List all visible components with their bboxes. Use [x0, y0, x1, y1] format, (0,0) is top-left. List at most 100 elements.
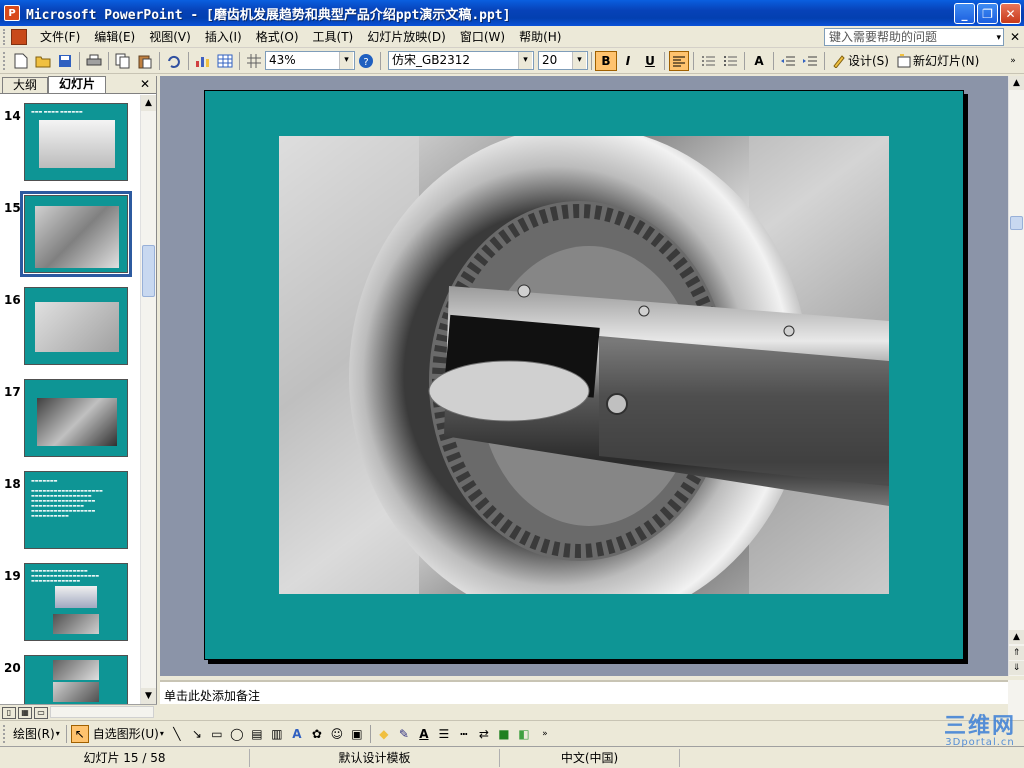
grid-icon[interactable] — [244, 51, 264, 71]
italic-button[interactable]: I — [618, 51, 638, 71]
restore-button[interactable]: ❐ — [977, 3, 998, 24]
slide-preview[interactable]: ▬▬▬▬▬▬▬▬▬▬▬▬▬▬▬▬▬▬▬▬▬▬▬▬▬▬▬▬▬▬▬▬▬▬▬▬▬▬▬▬… — [24, 471, 128, 549]
menu-tools[interactable]: 工具(T) — [306, 26, 361, 47]
fill-color-icon[interactable]: ◆ — [375, 725, 393, 743]
print-icon[interactable] — [84, 51, 104, 71]
open-folder-icon[interactable] — [33, 51, 53, 71]
arrow-style-icon[interactable]: ⇄ — [475, 725, 493, 743]
new-file-icon[interactable] — [11, 51, 31, 71]
scroll-down-arrow-icon[interactable]: ▼ — [141, 688, 156, 704]
font-color-icon[interactable]: A — [415, 725, 433, 743]
bold-button[interactable]: B — [595, 50, 617, 71]
save-icon[interactable] — [55, 51, 75, 71]
slides-pane-scrollbar[interactable]: ▲ ▼ — [140, 95, 156, 704]
slide-thumbnail-14[interactable]: 14 ▬▬▬ ▬▬▬▬ ▬▬▬▬▬▬ — [0, 101, 140, 181]
toolbar-options-chevron-icon[interactable]: » — [535, 724, 555, 744]
slide-thumbnail-18[interactable]: 18 ▬▬▬▬▬▬▬ ▬▬▬▬▬▬▬▬▬▬▬▬▬▬▬▬▬▬▬ ▬▬▬▬▬▬▬▬▬▬▬… — [0, 469, 140, 549]
help-search-input[interactable]: 键入需要帮助的问题 ▾ — [824, 28, 1004, 46]
wordart-icon[interactable]: A — [288, 725, 306, 743]
line-tool-icon[interactable]: ╲ — [168, 725, 186, 743]
numbered-list-icon[interactable] — [698, 51, 718, 71]
bullet-list-icon[interactable] — [720, 51, 740, 71]
previous-slide-icon[interactable]: ⇑ — [1009, 646, 1024, 660]
dash-style-icon[interactable]: ┅ — [455, 725, 473, 743]
toolbar-grip-handle[interactable] — [3, 51, 7, 70]
zoom-select[interactable]: 43% ▾ — [265, 51, 355, 70]
chevron-down-icon[interactable]: ▾ — [518, 52, 532, 69]
slideshow-view-icon[interactable]: ▭ — [34, 706, 48, 719]
close-button[interactable]: ✕ — [1000, 3, 1021, 24]
increase-indent-icon[interactable] — [800, 51, 820, 71]
scroll-up-arrow-icon[interactable]: ▲ — [141, 95, 156, 111]
scroll-thumb[interactable] — [1010, 216, 1023, 230]
slide-thumbnail-19[interactable]: 19 ▬▬▬▬▬▬▬▬▬▬▬▬▬▬▬ ▬▬▬▬▬▬▬▬▬▬▬▬▬▬▬▬▬▬ ▬▬▬▬… — [0, 561, 140, 641]
slide-preview[interactable]: ▬▬▬ ▬▬▬▬ ▬▬▬▬▬▬ — [24, 103, 128, 181]
toolbar-options-chevron-icon[interactable]: » — [1003, 51, 1023, 71]
clipart-icon[interactable]: ☺ — [328, 725, 346, 743]
slide-thumbnail-20[interactable]: 20 — [0, 653, 140, 704]
scroll-up-arrow-icon[interactable]: ▲ — [1009, 630, 1024, 644]
draw-menu-button[interactable]: 绘图(R) ▾ — [10, 724, 63, 744]
rectangle-tool-icon[interactable]: ▭ — [208, 725, 226, 743]
increase-font-icon[interactable]: A — [749, 51, 769, 71]
undo-icon[interactable] — [164, 51, 184, 71]
diagram-icon[interactable]: ✿ — [308, 725, 326, 743]
minimize-button[interactable]: _ — [954, 3, 975, 24]
textbox-tool-icon[interactable]: ▤ — [248, 725, 266, 743]
chevron-down-icon[interactable]: ▾ — [339, 52, 353, 69]
underline-button[interactable]: U — [640, 51, 660, 71]
close-pane-icon[interactable]: ✕ — [140, 77, 150, 91]
tab-outline[interactable]: 大纲 — [2, 77, 49, 93]
menu-view[interactable]: 视图(V) — [142, 26, 198, 47]
next-slide-icon[interactable]: ⇓ — [1009, 661, 1024, 675]
powerpoint-app-icon[interactable]: P — [4, 5, 20, 21]
scroll-up-arrow-icon[interactable]: ▲ — [1009, 76, 1024, 90]
decrease-indent-icon[interactable] — [778, 51, 798, 71]
paste-icon[interactable] — [135, 51, 155, 71]
slide-preview[interactable] — [24, 379, 128, 457]
slide-thumbnail-17[interactable]: 17 — [0, 377, 140, 457]
vertical-textbox-icon[interactable]: ▥ — [268, 725, 286, 743]
chevron-down-icon[interactable]: ▾ — [996, 30, 1001, 46]
font-size-select[interactable]: 20 ▾ — [538, 51, 588, 70]
slide-photo-gear-grinding[interactable] — [279, 136, 889, 594]
slide-thumbnail-16[interactable]: 16 — [0, 285, 140, 365]
slide-area-scrollbar[interactable]: ▲ ▲ ⇑ ⇓ — [1008, 76, 1024, 676]
slide-preview[interactable] — [24, 287, 128, 365]
font-name-select[interactable]: 仿宋_GB2312 ▾ — [388, 51, 534, 70]
line-style-icon[interactable]: ☰ — [435, 725, 453, 743]
slide-preview[interactable]: ▬▬▬▬▬▬▬▬▬▬▬▬▬▬▬▬▬▬▬▬▬▬▬▬▬▬▬▬▬▬▬▬▬▬▬▬▬▬▬▬… — [24, 563, 128, 641]
design-button[interactable]: 设计(S) — [828, 52, 893, 69]
menu-edit[interactable]: 编辑(E) — [87, 26, 142, 47]
normal-view-icon[interactable]: ▯ — [2, 706, 16, 719]
new-slide-button[interactable]: 新幻灯片(N) — [893, 52, 983, 69]
horizontal-scrollbar[interactable] — [50, 706, 154, 718]
insert-chart-icon[interactable] — [193, 51, 213, 71]
menu-help[interactable]: 帮助(H) — [512, 26, 568, 47]
align-left-icon[interactable] — [669, 50, 689, 71]
help-icon[interactable]: ? — [356, 51, 376, 71]
notes-area[interactable]: 单击此处添加备注 — [160, 680, 1008, 704]
scroll-thumb[interactable] — [142, 245, 155, 297]
shadow-style-icon[interactable]: ■ — [495, 725, 513, 743]
close-document-icon[interactable]: ✕ — [1010, 30, 1020, 44]
menu-format[interactable]: 格式(O) — [249, 26, 306, 47]
3d-style-icon[interactable]: ◧ — [515, 725, 533, 743]
menu-window[interactable]: 窗口(W) — [453, 26, 512, 47]
menu-slideshow[interactable]: 幻灯片放映(D) — [360, 26, 453, 47]
drawbar-grip-handle[interactable] — [3, 724, 7, 743]
insert-picture-icon[interactable]: ▣ — [348, 725, 366, 743]
slide-preview[interactable] — [20, 191, 132, 277]
autoshapes-menu-button[interactable]: 自选图形(U) ▾ — [90, 724, 167, 744]
menu-grip-handle[interactable] — [3, 28, 7, 45]
slide-preview[interactable] — [24, 655, 128, 704]
menu-file[interactable]: 文件(F) — [33, 26, 87, 47]
copy-icon[interactable] — [113, 51, 133, 71]
document-icon[interactable] — [11, 28, 27, 45]
current-slide[interactable] — [204, 90, 964, 660]
slide-sorter-view-icon[interactable]: ▦ — [18, 706, 32, 719]
arrow-tool-icon[interactable]: ↘ — [188, 725, 206, 743]
insert-table-icon[interactable] — [215, 51, 235, 71]
chevron-down-icon[interactable]: ▾ — [572, 52, 586, 69]
menu-insert[interactable]: 插入(I) — [198, 26, 249, 47]
